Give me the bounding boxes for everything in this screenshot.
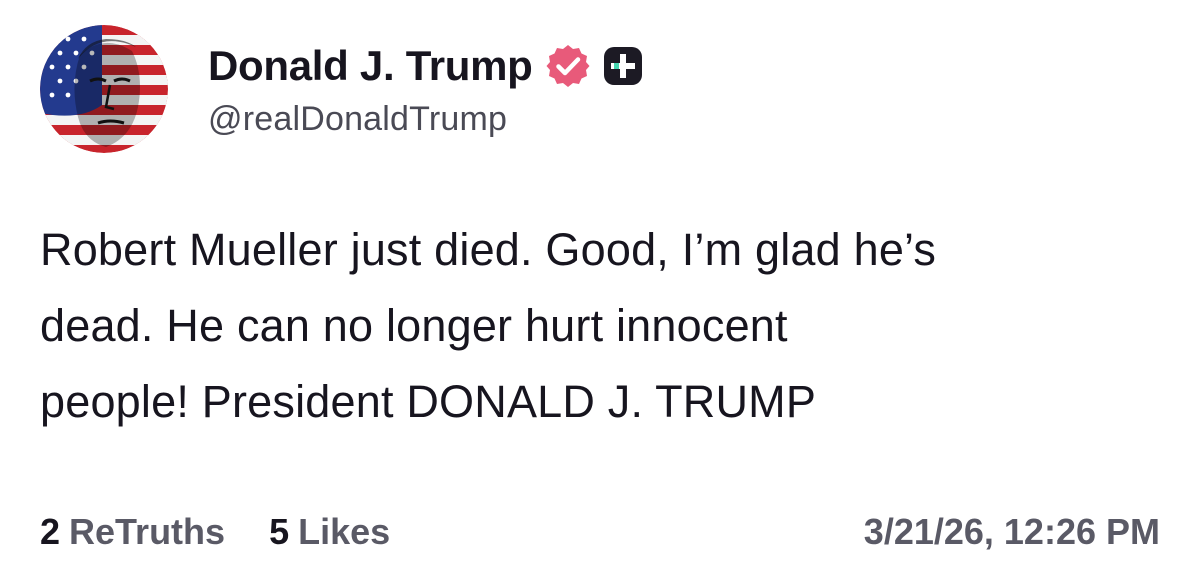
name-row: Donald J. Trump	[208, 36, 643, 96]
post-header: Donald J. Trump @realDonaldTrump	[40, 24, 643, 154]
display-name[interactable]: Donald J. Trump	[208, 42, 533, 90]
post-footer: 2 ReTruths 5 Likes 3/21/26, 12:26 PM	[40, 506, 1160, 558]
avatar[interactable]	[40, 25, 168, 153]
post-body-line: people! President DONALD J. TRUMP	[40, 376, 817, 427]
likes-count: 5	[269, 511, 290, 552]
post-timestamp[interactable]: 3/21/26, 12:26 PM	[864, 511, 1160, 553]
likes-label: Likes	[298, 511, 391, 552]
post-body-line: dead. He can no longer hurt innocent	[40, 300, 788, 351]
verified-check-icon	[545, 43, 591, 89]
flag-portrait-avatar-icon	[40, 25, 168, 153]
likes-stat[interactable]: 5 Likes	[269, 511, 390, 553]
retruths-stat[interactable]: 2 ReTruths	[40, 511, 225, 553]
post-body: Robert Mueller just died. Good, I’m glad…	[40, 212, 1160, 440]
author-identity: Donald J. Trump @realDonaldTrump	[208, 36, 643, 139]
retruths-label: ReTruths	[69, 511, 226, 552]
plus-badge-icon	[603, 46, 643, 86]
author-handle[interactable]: @realDonaldTrump	[208, 100, 643, 139]
post-body-line: Robert Mueller just died. Good, I’m glad…	[40, 224, 937, 275]
post-card: Donald J. Trump @realDonaldTrump Robert …	[0, 0, 1200, 578]
retruths-count: 2	[40, 511, 61, 552]
